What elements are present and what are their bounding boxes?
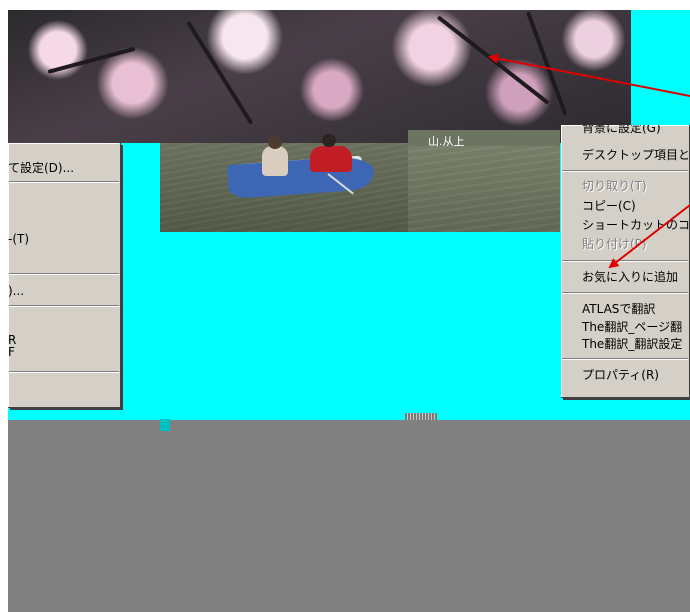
annotation-arrow-icon [488, 53, 690, 97]
annotation-arrow-icon [608, 204, 690, 269]
annotation-arrows [488, 53, 690, 269]
